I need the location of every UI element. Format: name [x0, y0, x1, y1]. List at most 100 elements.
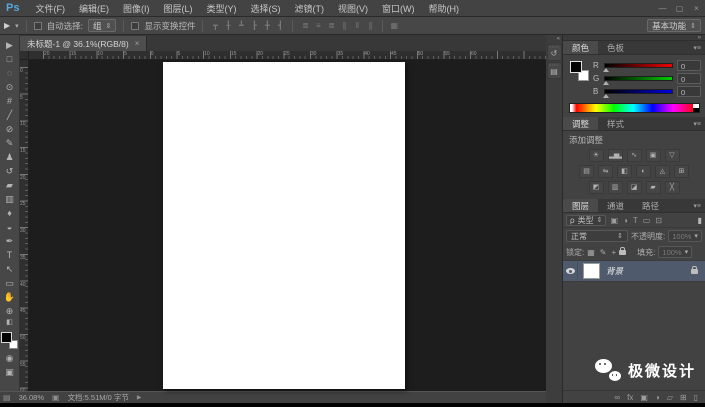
align-right-edges-icon[interactable]: ┫ [275, 21, 285, 30]
brush-tool[interactable]: ✎ [5, 136, 14, 150]
path-selection-tool[interactable]: ↖ [4, 262, 15, 276]
adj-brightness-contrast-icon[interactable]: ☀ [588, 149, 604, 162]
lock-position-icon[interactable]: + [612, 248, 617, 257]
clone-stamp-tool[interactable]: ♟ [5, 150, 14, 164]
tab-layers[interactable]: 图层 [563, 199, 599, 212]
filter-smart-objects-icon[interactable]: ⊡ [655, 216, 662, 225]
adj-curves-icon[interactable]: ∿ [626, 149, 642, 162]
align-top-edges-icon[interactable]: ┳ [210, 21, 220, 30]
red-slider[interactable] [603, 63, 673, 72]
layer-row-background[interactable]: 背景 [563, 260, 705, 282]
adj-channel-mixer-icon[interactable]: ◬ [655, 165, 670, 178]
eye-cell[interactable] [563, 261, 578, 281]
menu-item[interactable]: 滤镜(T) [287, 2, 331, 15]
panel-menu-icon[interactable]: ▾≡ [693, 202, 705, 210]
menu-item[interactable]: 编辑(E) [72, 2, 116, 15]
rectangle-tool[interactable]: ▭ [4, 276, 15, 290]
adj-posterize-icon[interactable]: ▥ [607, 181, 623, 194]
default-colors-icon[interactable]: ◧ [0, 318, 19, 328]
quick-mask-mode-icon[interactable]: ◉ [5, 351, 14, 365]
screen-mode-icon[interactable]: ▣ [5, 365, 14, 379]
new-adjustment-layer-icon[interactable]: ◑ [655, 393, 660, 402]
blue-value-field[interactable]: 0 [677, 86, 701, 97]
tab-close-icon[interactable]: × [135, 39, 140, 48]
new-layer-icon[interactable]: ⊞ [680, 393, 687, 402]
align-horizontal-centers-icon[interactable]: ╋ [262, 21, 272, 30]
foreground-color-swatch[interactable] [1, 332, 12, 343]
tab-adjustments[interactable]: 调整 [563, 117, 599, 130]
menu-item[interactable]: 视图(V) [331, 2, 375, 15]
distribute-top-edges-icon[interactable]: ≣ [300, 21, 310, 30]
color-spectrum-ramp[interactable] [569, 103, 700, 113]
adj-levels-icon[interactable]: ▂▅▂ [607, 149, 623, 162]
menu-item[interactable]: 窗口(W) [375, 2, 422, 15]
menu-item[interactable]: 类型(Y) [199, 2, 243, 15]
history-panel-button[interactable]: •••• ↺ [546, 44, 562, 61]
panel-menu-icon[interactable]: ▾≡ [693, 120, 705, 128]
adj-vibrance-icon[interactable]: ▽ [664, 149, 680, 162]
filter-kind-dropdown[interactable]: ρ 类型 ⇕ [566, 214, 607, 226]
adj-threshold-icon[interactable]: ◪ [626, 181, 642, 194]
panel-menu-icon[interactable]: ▾≡ [693, 44, 705, 52]
collapse-panels-icon[interactable]: » [698, 35, 705, 41]
adj-selective-color-icon[interactable]: ╳ [664, 181, 680, 194]
align-bottom-edges-icon[interactable]: ┻ [236, 21, 246, 30]
zoom-level-field[interactable]: 36.08% [19, 393, 44, 402]
lock-all-icon[interactable] [619, 246, 627, 255]
menu-item[interactable]: 帮助(H) [421, 2, 466, 15]
foreground-color-swatch[interactable] [570, 61, 582, 73]
filter-type-layers-icon[interactable]: T [633, 216, 638, 225]
auto-align-layers-icon[interactable]: ▦ [390, 21, 398, 30]
spectrum-bw-end[interactable] [693, 104, 699, 112]
delete-layer-icon[interactable]: ▯ [694, 393, 698, 402]
distribute-bottom-edges-icon[interactable]: ≣ [326, 21, 336, 30]
layer-styles-icon[interactable]: fx [627, 393, 633, 402]
adj-color-balance-icon[interactable]: ⇋ [598, 165, 613, 178]
lasso-tool[interactable]: ◌ [5, 66, 14, 80]
filter-pixel-layers-icon[interactable]: ▣ [610, 216, 618, 225]
type-tool[interactable]: T [4, 248, 15, 262]
zoom-tool[interactable]: ⊕ [4, 304, 15, 318]
distribute-left-edges-icon[interactable]: ∥ [339, 21, 349, 30]
blend-mode-dropdown[interactable]: 正常 ⇕ [566, 230, 628, 242]
workspace-switcher[interactable]: 基本功能 ⇕ [647, 19, 701, 32]
move-tool[interactable]: ▶ [5, 38, 14, 52]
maximize-button[interactable]: ▢ [671, 4, 688, 13]
eraser-tool[interactable]: ▰ [5, 178, 14, 192]
status-menu-arrow-icon[interactable]: ▶ [137, 394, 142, 401]
lock-pixels-icon[interactable]: ✎ [600, 248, 607, 257]
spot-healing-brush-tool[interactable]: ⊘ [5, 122, 14, 136]
history-brush-tool[interactable]: ↺ [5, 164, 14, 178]
properties-panel-button[interactable]: •••• ▤ [546, 62, 562, 79]
filter-adjustment-layers-icon[interactable]: ◑ [623, 216, 628, 225]
auto-select-dropdown[interactable]: 组 ⇕ [88, 19, 117, 32]
close-button[interactable]: × [688, 4, 705, 13]
crop-tool[interactable]: # [5, 94, 14, 108]
document-canvas[interactable] [163, 62, 405, 389]
adj-invert-icon[interactable]: ◩ [588, 181, 604, 194]
menu-item[interactable]: 图像(I) [116, 2, 157, 15]
minimize-button[interactable]: — [654, 4, 671, 13]
green-value-field[interactable]: 0 [677, 73, 701, 84]
current-tool-icon[interactable]: ▶ [4, 21, 10, 30]
opacity-field[interactable]: 100% ▾ [668, 230, 702, 242]
layer-thumbnail[interactable] [583, 263, 600, 279]
show-transform-checkbox[interactable] [131, 21, 140, 30]
blue-slider[interactable] [603, 89, 673, 98]
filter-shape-layers-icon[interactable]: ▭ [643, 216, 651, 225]
filter-toggle-icon[interactable]: ▮ [698, 216, 702, 225]
red-value-field[interactable]: 0 [677, 60, 701, 71]
green-slider[interactable] [603, 76, 673, 85]
tab-paths[interactable]: 路径 [633, 199, 668, 212]
quick-selection-tool[interactable]: ⊙ [5, 80, 14, 94]
blur-tool[interactable]: ♦ [4, 206, 15, 220]
new-group-icon[interactable]: ▱ [667, 393, 673, 402]
align-left-edges-icon[interactable]: ┣ [249, 21, 259, 30]
distribute-horizontal-centers-icon[interactable]: ‖ [352, 21, 362, 30]
document-tab[interactable]: 未标题-1 @ 36.1%(RGB/8) × [20, 36, 148, 51]
fill-field[interactable]: 100% ▾ [658, 246, 693, 258]
distribute-vertical-centers-icon[interactable]: ≡ [313, 21, 323, 30]
tab-styles[interactable]: 样式 [598, 117, 633, 130]
adj-gradient-map-icon[interactable]: ▰ [645, 181, 661, 194]
pen-tool[interactable]: ✒ [4, 234, 15, 248]
